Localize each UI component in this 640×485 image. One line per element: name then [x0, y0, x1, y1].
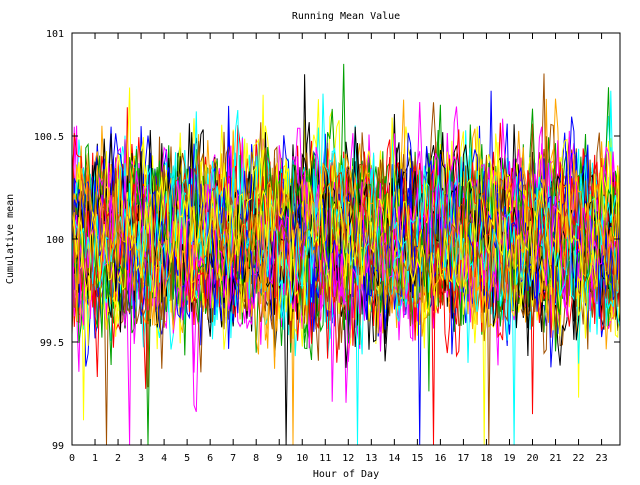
x-axis-label: Hour of Day	[313, 469, 379, 480]
x-tick-label: 23	[596, 453, 608, 464]
x-tick-label: 11	[319, 453, 331, 464]
x-tick-label: 22	[573, 453, 585, 464]
x-tick-label: 3	[138, 453, 144, 464]
x-tick-label: 6	[207, 453, 213, 464]
y-tick-label: 99	[52, 441, 64, 452]
running-mean-chart: Running Mean Value Hour of Day Cumulativ…	[5, 11, 621, 480]
x-tick-label: 1	[92, 453, 98, 464]
x-tick-label: 2	[115, 453, 121, 464]
x-tick-label: 9	[276, 453, 282, 464]
x-tick-label: 18	[480, 453, 492, 464]
x-tick-label: 0	[69, 453, 75, 464]
chart-title: Running Mean Value	[292, 11, 400, 22]
series-lines	[71, 63, 621, 446]
x-tick-label: 10	[296, 453, 308, 464]
chart-container: Running Mean Value Hour of Day Cumulativ…	[0, 0, 640, 480]
y-tick-label: 100.5	[34, 132, 64, 143]
x-tick-label: 14	[388, 453, 400, 464]
x-tick-label: 7	[230, 453, 236, 464]
x-tick-label: 20	[526, 453, 538, 464]
y-tick-label: 99.5	[40, 338, 64, 349]
x-tick-label: 8	[253, 453, 259, 464]
x-tick-label: 4	[161, 453, 167, 464]
x-tick-label: 15	[411, 453, 423, 464]
y-tick-label: 101	[46, 29, 64, 40]
x-tick-label: 21	[550, 453, 562, 464]
x-tick-label: 19	[503, 453, 515, 464]
x-tick-label: 13	[365, 453, 377, 464]
x-tick-label: 5	[184, 453, 190, 464]
x-tick-label: 16	[434, 453, 446, 464]
y-axis-label: Cumulative mean	[5, 194, 16, 284]
y-tick-label: 100	[46, 235, 64, 246]
x-tick-label: 12	[342, 453, 354, 464]
x-tick-label: 17	[457, 453, 469, 464]
